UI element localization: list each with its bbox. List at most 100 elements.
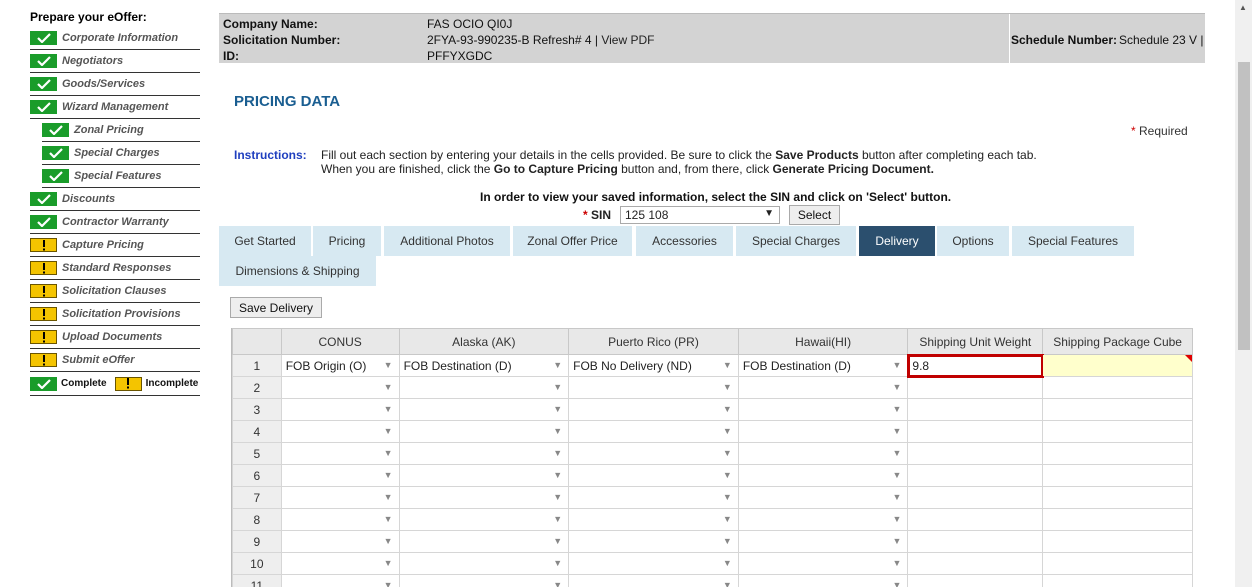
- delivery-conus-cell[interactable]: ▼: [280, 486, 400, 509]
- delivery-ak-cell[interactable]: ▼: [398, 376, 570, 399]
- tab-options[interactable]: Options: [937, 226, 1009, 256]
- sidebar-item-submit-eoffer[interactable]: Submit eOffer: [30, 349, 200, 372]
- sidebar-item-zonal-pricing[interactable]: Zonal Pricing: [42, 119, 200, 142]
- dropdown-arrow-icon[interactable]: ▼: [553, 492, 562, 502]
- delivery-conus-cell[interactable]: ▼: [280, 508, 400, 531]
- dropdown-arrow-icon[interactable]: ▼: [553, 536, 562, 546]
- delivery-pr-cell[interactable]: ▼: [568, 486, 739, 509]
- shipping-cube-cell[interactable]: [1042, 420, 1193, 443]
- delivery-hi-cell[interactable]: ▼: [737, 574, 909, 587]
- dropdown-arrow-icon[interactable]: ▼: [384, 470, 393, 480]
- delivery-pr-cell[interactable]: ▼: [568, 420, 739, 443]
- shipping-weight-cell[interactable]: 9.8: [906, 353, 1044, 378]
- scroll-up-icon[interactable]: ▲: [1239, 3, 1247, 12]
- dropdown-arrow-icon[interactable]: ▼: [384, 426, 393, 436]
- shipping-weight-cell[interactable]: [907, 376, 1044, 399]
- delivery-hi-cell[interactable]: ▼: [737, 376, 909, 399]
- shipping-cube-cell[interactable]: [1042, 442, 1193, 465]
- delivery-hi-cell[interactable]: ▼: [737, 530, 909, 553]
- dropdown-arrow-icon[interactable]: ▼: [553, 514, 562, 524]
- delivery-pr-cell[interactable]: ▼: [568, 530, 739, 553]
- dropdown-arrow-icon[interactable]: ▼: [553, 404, 562, 414]
- delivery-pr-cell[interactable]: ▼: [568, 574, 739, 587]
- sidebar-item-goods-services[interactable]: Goods/Services: [30, 73, 200, 96]
- dropdown-arrow-icon[interactable]: ▼: [384, 448, 393, 458]
- sidebar-item-wizard-management[interactable]: Wizard Management: [30, 96, 200, 119]
- dropdown-arrow-icon[interactable]: ▼: [723, 470, 732, 480]
- column-header[interactable]: CONUS: [280, 328, 400, 355]
- shipping-weight-cell[interactable]: [907, 398, 1044, 421]
- delivery-hi-cell[interactable]: ▼: [737, 486, 909, 509]
- shipping-cube-cell[interactable]: [1042, 530, 1193, 553]
- delivery-ak-cell[interactable]: ▼: [398, 508, 570, 531]
- shipping-cube-cell[interactable]: [1042, 486, 1193, 509]
- dropdown-arrow-icon[interactable]: ▼: [553, 448, 562, 458]
- sidebar-item-special-charges[interactable]: Special Charges: [42, 142, 200, 165]
- delivery-pr-cell[interactable]: ▼: [568, 552, 739, 575]
- delivery-pr-cell[interactable]: ▼: [568, 398, 739, 421]
- dropdown-arrow-icon[interactable]: ▼: [384, 382, 393, 392]
- shipping-weight-cell[interactable]: [907, 508, 1044, 531]
- sidebar-item-capture-pricing[interactable]: Capture Pricing: [30, 234, 200, 257]
- sidebar-item-standard-responses[interactable]: Standard Responses: [30, 257, 200, 280]
- dropdown-arrow-icon[interactable]: ▼: [723, 448, 732, 458]
- shipping-weight-cell[interactable]: [907, 420, 1044, 443]
- dropdown-arrow-icon[interactable]: ▼: [892, 448, 901, 458]
- column-header[interactable]: Shipping Unit Weight: [907, 328, 1044, 355]
- delivery-ak-cell[interactable]: FOB Destination (D) ▼: [398, 354, 570, 377]
- view-pdf-link[interactable]: View PDF: [601, 33, 654, 47]
- sidebar-item-solicitation-clauses[interactable]: Solicitation Clauses: [30, 280, 200, 303]
- delivery-pr-cell[interactable]: ▼: [568, 508, 739, 531]
- dropdown-arrow-icon[interactable]: ▼: [892, 514, 901, 524]
- shipping-cube-cell[interactable]: [1042, 354, 1193, 377]
- dropdown-arrow-icon[interactable]: ▼: [384, 580, 393, 587]
- dropdown-arrow-icon[interactable]: ▼: [723, 558, 732, 568]
- dropdown-arrow-icon[interactable]: ▼: [553, 426, 562, 436]
- sidebar-item-contractor-warranty[interactable]: Contractor Warranty: [30, 211, 200, 234]
- dropdown-arrow-icon[interactable]: ▼: [892, 492, 901, 502]
- dropdown-arrow-icon[interactable]: ▼: [553, 470, 562, 480]
- row-number-header[interactable]: [232, 328, 282, 355]
- dropdown-arrow-icon[interactable]: ▼: [723, 382, 732, 392]
- dropdown-arrow-icon[interactable]: ▼: [384, 536, 393, 546]
- delivery-conus-cell[interactable]: ▼: [280, 376, 400, 399]
- tab-accessories[interactable]: Accessories: [636, 226, 733, 256]
- column-header[interactable]: Hawaii(HI): [737, 328, 909, 355]
- delivery-hi-cell[interactable]: ▼: [737, 398, 909, 421]
- column-header[interactable]: Puerto Rico (PR): [568, 328, 739, 355]
- delivery-conus-cell[interactable]: ▼: [280, 442, 400, 465]
- tab-dimensions-shipping[interactable]: Dimensions & Shipping: [219, 256, 376, 286]
- delivery-conus-cell[interactable]: ▼: [280, 530, 400, 553]
- dropdown-arrow-icon[interactable]: ▼: [384, 558, 393, 568]
- save-delivery-button[interactable]: Save Delivery: [230, 297, 322, 318]
- dropdown-arrow-icon[interactable]: ▼: [553, 382, 562, 392]
- select-button[interactable]: Select: [789, 205, 840, 225]
- sin-select[interactable]: 125 108 ▼: [620, 206, 780, 224]
- sidebar-item-upload-documents[interactable]: Upload Documents: [30, 326, 200, 349]
- shipping-cube-cell[interactable]: [1042, 508, 1193, 531]
- delivery-ak-cell[interactable]: ▼: [398, 398, 570, 421]
- dropdown-arrow-icon[interactable]: ▼: [384, 514, 393, 524]
- dropdown-arrow-icon[interactable]: ▼: [892, 580, 901, 587]
- tab-get-started[interactable]: Get Started: [219, 226, 311, 256]
- dropdown-arrow-icon[interactable]: ▼: [723, 360, 732, 370]
- dropdown-arrow-icon[interactable]: ▼: [892, 536, 901, 546]
- tab-zonal-offer-price[interactable]: Zonal Offer Price: [513, 226, 632, 256]
- delivery-ak-cell[interactable]: ▼: [398, 552, 570, 575]
- dropdown-arrow-icon[interactable]: ▼: [892, 382, 901, 392]
- shipping-weight-cell[interactable]: [907, 574, 1044, 587]
- shipping-weight-cell[interactable]: [907, 530, 1044, 553]
- delivery-pr-cell[interactable]: FOB No Delivery (ND) ▼: [568, 354, 739, 377]
- tab-additional-photos[interactable]: Additional Photos: [384, 226, 510, 256]
- dropdown-arrow-icon[interactable]: ▼: [892, 470, 901, 480]
- shipping-cube-cell[interactable]: [1042, 574, 1193, 587]
- sidebar-item-corporate-information[interactable]: Corporate Information: [30, 27, 200, 50]
- dropdown-arrow-icon[interactable]: ▼: [723, 404, 732, 414]
- delivery-hi-cell[interactable]: ▼: [737, 442, 909, 465]
- shipping-cube-cell[interactable]: [1042, 464, 1193, 487]
- dropdown-arrow-icon[interactable]: ▼: [723, 536, 732, 546]
- shipping-weight-cell[interactable]: [907, 552, 1044, 575]
- dropdown-arrow-icon[interactable]: ▼: [892, 404, 901, 414]
- delivery-hi-cell[interactable]: ▼: [737, 420, 909, 443]
- sidebar-item-special-features[interactable]: Special Features: [42, 165, 200, 188]
